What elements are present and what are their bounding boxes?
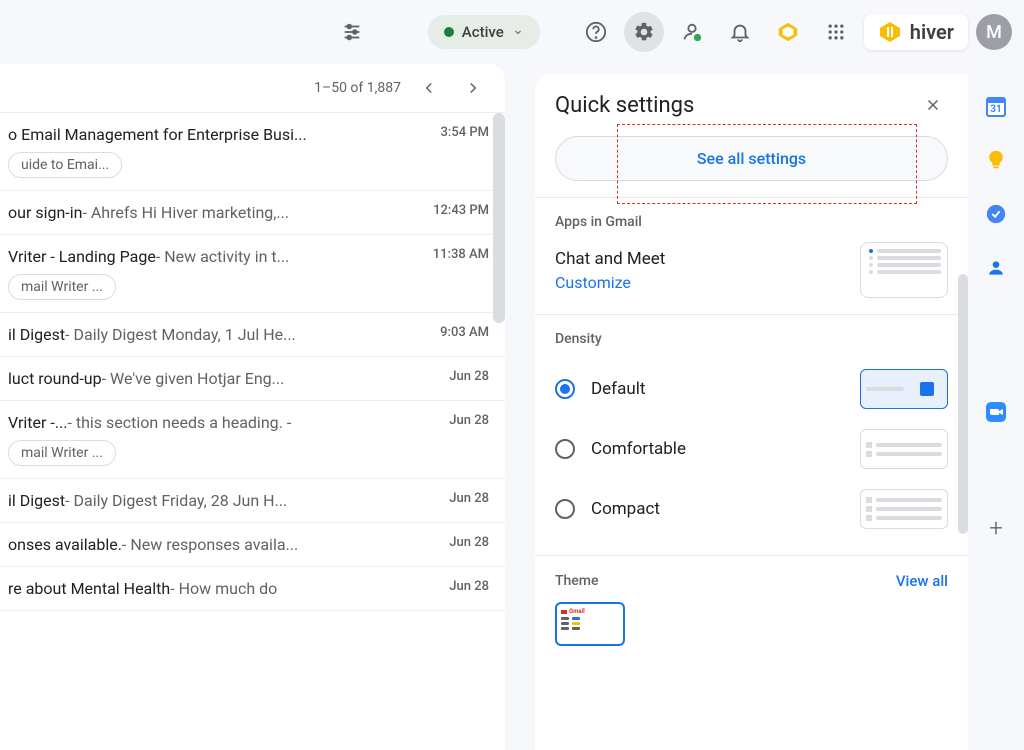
contacts-icon[interactable]: [672, 12, 712, 52]
mail-time: Jun 28: [449, 535, 489, 550]
pagination-label: 1–50 of 1,887: [314, 80, 401, 96]
mail-list-panel: 1–50 of 1,887 o Email Management for Ent…: [0, 64, 505, 750]
hiver-badge[interactable]: hiver: [864, 14, 968, 50]
side-panel: 31 +: [968, 64, 1024, 750]
status-dot-icon: [444, 27, 454, 37]
see-all-settings-button[interactable]: See all settings: [555, 136, 948, 181]
radio-button[interactable]: [555, 379, 575, 399]
svg-text:31: 31: [990, 104, 1001, 115]
zoom-icon[interactable]: [984, 400, 1008, 424]
radio-button[interactable]: [555, 439, 575, 459]
hiver-app-icon[interactable]: [768, 12, 808, 52]
tune-icon[interactable]: [332, 12, 372, 52]
status-label: Active: [462, 23, 504, 41]
mail-list[interactable]: o Email Management for Enterprise Busi..…: [0, 112, 505, 750]
mail-row[interactable]: onses available. - New responses availa.…: [0, 523, 505, 567]
mail-time: 12:43 PM: [433, 203, 489, 218]
theme-section-title: Theme: [555, 573, 599, 589]
density-thumbnail: [860, 429, 948, 469]
apps-section: Apps in Gmail Chat and Meet Customize: [535, 197, 968, 314]
attachment-chip[interactable]: mail Writer ...: [8, 274, 116, 300]
density-section-title: Density: [555, 331, 948, 347]
density-label: Compact: [591, 499, 660, 519]
theme-section: Theme View all Gmail: [535, 555, 968, 650]
settings-scrollbar[interactable]: [958, 274, 968, 534]
hiver-logo-icon: [878, 20, 902, 44]
add-addon-button[interactable]: +: [989, 514, 1003, 542]
theme-view-all-link[interactable]: View all: [896, 572, 948, 590]
settings-title: Quick settings: [555, 93, 694, 118]
attachment-chip[interactable]: mail Writer ...: [8, 440, 116, 466]
mail-row[interactable]: luct round-up - We've given Hotjar Eng..…: [0, 357, 505, 401]
density-thumbnail: [860, 489, 948, 529]
apps-grid-icon[interactable]: [816, 12, 856, 52]
mail-time: Jun 28: [449, 579, 489, 594]
mail-row[interactable]: Vriter - Landing Page - New activity in …: [0, 235, 505, 313]
density-section: Density Default Comfortable Compact: [535, 314, 968, 555]
attachment-chip[interactable]: uide to Emai...: [8, 152, 122, 178]
mail-time: 11:38 AM: [433, 247, 489, 262]
next-page-button[interactable]: [457, 72, 489, 104]
mail-time: 9:03 AM: [440, 325, 489, 340]
quick-settings-panel: Quick settings See all settings Apps in …: [535, 74, 968, 750]
calendar-icon[interactable]: 31: [984, 94, 1008, 118]
status-pill[interactable]: Active: [428, 15, 540, 49]
density-option[interactable]: Comfortable: [555, 419, 948, 479]
density-thumbnail: [860, 369, 948, 409]
tasks-icon[interactable]: [984, 202, 1008, 226]
mail-row[interactable]: o Email Management for Enterprise Busi..…: [0, 113, 505, 191]
mail-row[interactable]: il Digest - Daily Digest Friday, 28 Jun …: [0, 479, 505, 523]
scrollbar[interactable]: [493, 113, 505, 323]
density-label: Default: [591, 379, 645, 399]
mail-row[interactable]: Vriter -... - this section needs a headi…: [0, 401, 505, 479]
customize-link[interactable]: Customize: [555, 273, 665, 292]
mail-time: Jun 28: [449, 491, 489, 506]
density-option[interactable]: Compact: [555, 479, 948, 539]
mail-row[interactable]: our sign-in - Ahrefs Hi Hiver marketing,…: [0, 191, 505, 235]
mail-row[interactable]: re about Mental Health - How much doJun …: [0, 567, 505, 611]
mail-time: Jun 28: [449, 413, 489, 428]
mail-time: 3:54 PM: [441, 125, 490, 140]
close-button[interactable]: [918, 90, 948, 120]
settings-gear-icon[interactable]: [624, 12, 664, 52]
mail-toolbar: 1–50 of 1,887: [0, 64, 505, 112]
close-icon: [924, 96, 942, 114]
mail-time: Jun 28: [449, 369, 489, 384]
mail-row[interactable]: il Digest - Daily Digest Monday, 1 Jul H…: [0, 313, 505, 357]
radio-button[interactable]: [555, 499, 575, 519]
apps-thumbnail: [860, 242, 948, 298]
apps-chat-meet-label: Chat and Meet: [555, 249, 665, 269]
theme-option[interactable]: Gmail: [555, 602, 625, 646]
apps-section-title: Apps in Gmail: [555, 214, 948, 230]
top-bar: Active hiver M: [0, 0, 1024, 64]
chevron-down-icon: [512, 26, 524, 38]
notifications-icon[interactable]: [720, 12, 760, 52]
hiver-text: hiver: [910, 20, 954, 44]
account-avatar[interactable]: M: [976, 14, 1012, 50]
help-icon[interactable]: [576, 12, 616, 52]
prev-page-button[interactable]: [413, 72, 445, 104]
contacts-side-icon[interactable]: [984, 256, 1008, 280]
density-option[interactable]: Default: [555, 359, 948, 419]
keep-icon[interactable]: [984, 148, 1008, 172]
density-label: Comfortable: [591, 439, 686, 459]
